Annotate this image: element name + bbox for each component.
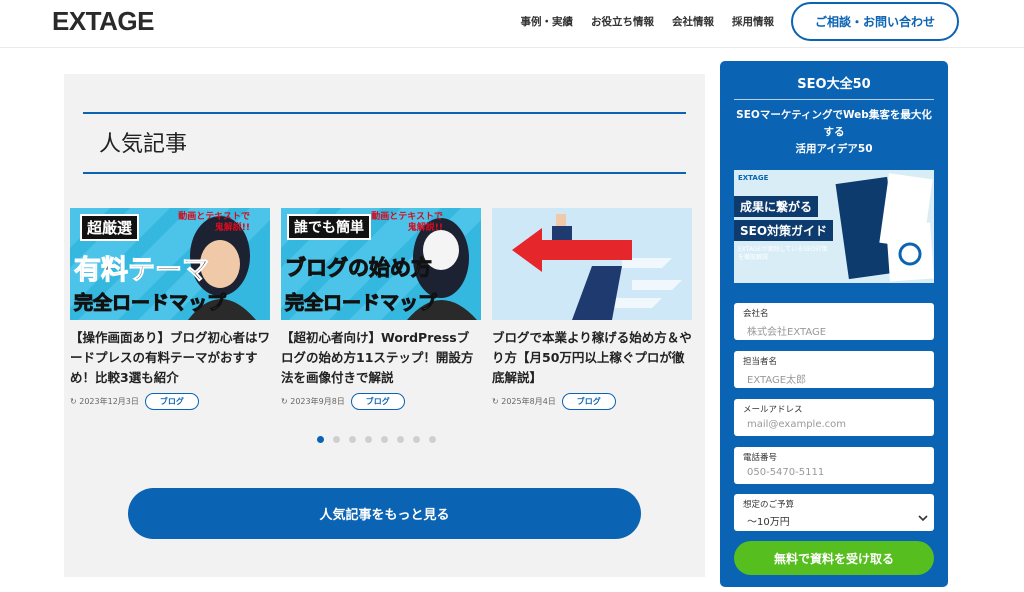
carousel-dot[interactable] <box>429 436 436 443</box>
more-popular-button[interactable]: 人気記事をもっと見る <box>128 488 641 539</box>
article-title[interactable]: ブログで本業より稼げる始め方＆やり方【月50万円以上稼ぐプロが徹底解説】 <box>492 328 692 388</box>
phone-field[interactable]: 電話番号 050-5470-5111 <box>734 447 934 484</box>
thumb-main-text: ブログの始め方 <box>285 256 433 281</box>
category-tag[interactable]: ブログ <box>561 393 616 410</box>
contact-name-field[interactable]: 担当者名 EXTAGE太郎 <box>734 351 934 388</box>
article-title[interactable]: 【超初心者向け】WordPressブログの始め方11ステップ！開設方法を画像付き… <box>281 328 481 388</box>
section-title: 人気記事 <box>99 132 188 157</box>
refresh-icon: ↻ <box>281 397 291 406</box>
article-meta: ↻ 2023年12月3日 ブログ <box>70 393 270 410</box>
field-label: 電話番号 <box>743 453 778 463</box>
article-card[interactable]: 誰でも簡単 動画とテキストで鬼解説!! ブログの始め方 完全ロードマップ 【超初… <box>281 208 481 410</box>
field-placeholder: mail@example.com <box>747 419 847 430</box>
logo-text: EXTAGE <box>52 6 154 36</box>
thumb-top-label: 超厳選 <box>80 214 140 241</box>
article-card[interactable]: ブログで本業より稼げる始め方＆やり方【月50万円以上稼ぐプロが徹底解説】 ↻ 2… <box>492 208 692 410</box>
category-tag[interactable]: ブログ <box>144 393 199 410</box>
nav-item-recruit[interactable]: 採用情報 <box>732 14 774 29</box>
field-label: メールアドレス <box>743 405 803 415</box>
email-field[interactable]: メールアドレス mail@example.com <box>734 399 934 436</box>
thumb-bottom-text: 完全ロードマップ <box>73 292 227 315</box>
contact-button[interactable]: ご相談・お問い合わせ <box>791 2 959 41</box>
updated-date: ↻ 2023年12月3日 <box>70 397 139 406</box>
field-label: 担当者名 <box>743 357 778 367</box>
field-label: 会社名 <box>743 309 769 319</box>
budget-select[interactable]: 想定のご予算 ～10万円 <box>734 494 934 531</box>
chevron-down-icon <box>918 515 928 522</box>
thumb-badge: 動画とテキストで鬼解説!! <box>178 212 250 233</box>
field-placeholder: EXTAGE太郎 <box>747 375 807 386</box>
article-thumbnail[interactable]: 超厳選 動画とテキストで鬼解説!! 有料テーマ 完全ロードマップ <box>70 208 270 320</box>
guide-small-text: EXTAGEが実践しているSEO対策を徹底解説 <box>738 246 828 261</box>
nav-item-resources[interactable]: お役立ち情報 <box>591 14 654 29</box>
thumb-top-label: 誰でも簡単 <box>287 214 371 240</box>
carousel-dot[interactable] <box>333 436 340 443</box>
site-logo[interactable]: EXTAGE <box>52 6 154 37</box>
updated-date: ↻ 2023年9月8日 <box>281 397 345 406</box>
carousel-dot[interactable] <box>349 436 356 443</box>
thumbnail-illustration <box>492 208 692 320</box>
refresh-icon: ↻ <box>70 397 80 406</box>
selected-value: ～10万円 <box>747 517 790 528</box>
download-sidebar: SEO大全50 SEOマーケティングでWeb集客を最大化 する 活用アイデア50… <box>720 61 948 587</box>
carousel-dot[interactable] <box>317 436 324 443</box>
field-placeholder: 株式会社EXTAGE <box>747 327 827 338</box>
guide-line1: 成果に繋がる <box>734 196 819 217</box>
submit-button[interactable]: 無料で資料を受け取る <box>734 541 934 575</box>
article-meta: ↻ 2023年9月8日 ブログ <box>281 393 481 410</box>
article-thumbnail[interactable]: 誰でも簡単 動画とテキストで鬼解説!! ブログの始め方 完全ロードマップ <box>281 208 481 320</box>
company-field[interactable]: 会社名 株式会社EXTAGE <box>734 303 934 340</box>
title-rule-bottom <box>83 172 686 174</box>
carousel-dot[interactable] <box>413 436 420 443</box>
sidebar-subtitle: SEOマーケティングでWeb集客を最大化 する 活用アイデア50 <box>736 109 932 155</box>
title-rule-top <box>83 112 686 114</box>
popular-articles-section: 人気記事 超厳選 動画とテキストで鬼解説!! 有料テーマ 完全ロードマップ 【操… <box>64 74 705 577</box>
thumb-badge: 動画とテキストで鬼解説!! <box>371 212 443 233</box>
updated-date: ↻ 2025年8月4日 <box>492 397 556 406</box>
guide-logo: EXTAGE <box>738 174 769 182</box>
field-label: 想定のご予算 <box>743 500 795 510</box>
article-title[interactable]: 【操作画面あり】ブログ初心者はワードプレスの有料テーマがおすすめ！比較3選も紹介 <box>70 328 270 388</box>
carousel-pagination <box>317 436 436 443</box>
category-tag[interactable]: ブログ <box>350 393 405 410</box>
thumb-main-text: 有料テーマ <box>74 255 210 287</box>
article-meta: ↻ 2025年8月4日 ブログ <box>492 393 692 410</box>
guide-cover-image: EXTAGE 成果に繋がる SEO対策ガイド EXTAGEが実践しているSEO対… <box>734 170 934 283</box>
carousel-dot[interactable] <box>365 436 372 443</box>
article-thumbnail[interactable] <box>492 208 692 320</box>
sidebar-title: SEO大全50 <box>797 77 871 92</box>
field-placeholder: 050-5470-5111 <box>747 467 825 478</box>
sidebar-divider <box>734 99 934 100</box>
article-card[interactable]: 超厳選 動画とテキストで鬼解説!! 有料テーマ 完全ロードマップ 【操作画面あり… <box>70 208 270 410</box>
nav-item-company[interactable]: 会社情報 <box>672 14 714 29</box>
guide-line2: SEO対策ガイド <box>734 220 834 241</box>
carousel-dot[interactable] <box>397 436 404 443</box>
refresh-icon: ↻ <box>492 397 502 406</box>
carousel-dot[interactable] <box>381 436 388 443</box>
nav-item-cases[interactable]: 事例・実績 <box>521 14 574 29</box>
site-header: EXTAGE 事例・実績 お役立ち情報 会社情報 採用情報 ご相談・お問い合わせ <box>0 0 1024 48</box>
thumb-bottom-text: 完全ロードマップ <box>284 292 438 315</box>
main-nav: 事例・実績 お役立ち情報 会社情報 採用情報 <box>521 14 775 29</box>
